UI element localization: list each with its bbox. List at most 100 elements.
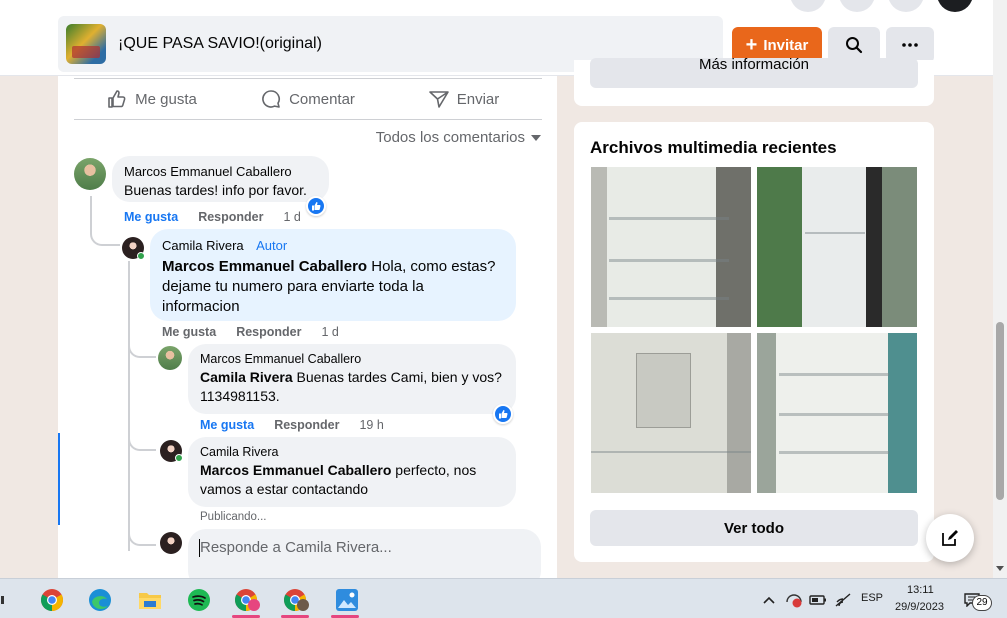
- comments-filter-dropdown[interactable]: Todos los comentarios: [376, 129, 541, 146]
- mention-link[interactable]: Marcos Emmanuel Caballero: [162, 258, 367, 275]
- like-link[interactable]: Me gusta: [162, 325, 216, 339]
- like-link[interactable]: Me gusta: [124, 210, 178, 224]
- caret-down-icon: [531, 134, 541, 141]
- like-reaction-badge[interactable]: [493, 404, 513, 424]
- comment-meta: Me gusta Responder 1 d: [124, 210, 301, 224]
- plus-icon: +: [745, 34, 758, 56]
- comment-time[interactable]: 1 d: [321, 325, 338, 339]
- comments-filter-label: Todos los comentarios: [375, 129, 525, 146]
- chrome-profile-2-icon[interactable]: [275, 582, 319, 618]
- new-message-button[interactable]: [926, 514, 974, 562]
- chrome-profile-1-icon[interactable]: [226, 582, 270, 618]
- see-all-label: Ver todo: [723, 519, 784, 537]
- post-card: Me gusta Comentar Enviar Todos los comen…: [58, 76, 557, 578]
- more-dots-icon: [902, 43, 918, 47]
- mention-link[interactable]: Marcos Emmanuel Caballero: [200, 462, 391, 478]
- profile-avatar[interactable]: [937, 0, 973, 12]
- about-card: Más información: [574, 58, 934, 106]
- reply-placeholder: Responde a Camila Rivera...: [200, 539, 392, 556]
- comment-text: Marcos Emmanuel Caballero Hola, como est…: [162, 257, 504, 317]
- thread-connector: [128, 516, 156, 546]
- edge-icon[interactable]: [80, 582, 120, 618]
- group-name: ¡QUE PASA SAVIO!(original): [118, 35, 322, 52]
- photos-app-icon[interactable]: [325, 582, 369, 618]
- group-cover-thumbnail: [66, 24, 106, 64]
- comment-action-label: Comentar: [289, 90, 355, 108]
- comment-meta: Me gusta Responder 1 d: [162, 325, 339, 339]
- focus-indicator-bar: [58, 433, 60, 525]
- compose-icon: [942, 530, 958, 546]
- comment-author[interactable]: Marcos Emmanuel Caballero: [124, 164, 317, 179]
- task-view-icon[interactable]: [0, 582, 12, 618]
- recent-media-title: Archivos multimedia recientes: [590, 138, 837, 157]
- comment-bubble-icon: [262, 90, 281, 108]
- top-navigation-strip: [0, 0, 993, 14]
- scrollbar-thumb[interactable]: [996, 322, 1004, 500]
- network-warning-icon[interactable]: [782, 582, 806, 618]
- menu-circle-button[interactable]: [790, 0, 826, 12]
- search-icon: [846, 37, 863, 54]
- reply-link[interactable]: Responder: [198, 210, 263, 224]
- online-indicator: [137, 252, 145, 260]
- my-avatar[interactable]: [160, 532, 182, 554]
- comment-time[interactable]: 1 d: [283, 210, 300, 224]
- comment-text: Marcos Emmanuel Caballero perfecto, nos …: [200, 461, 504, 499]
- page-scrollbar[interactable]: [993, 0, 1007, 578]
- divider: [74, 119, 542, 120]
- recent-media-card: Archivos multimedia recientes Ver todo: [574, 122, 934, 562]
- scroll-down-arrow-icon[interactable]: [996, 566, 1004, 571]
- thumbs-up-icon: [312, 202, 321, 211]
- like-action-label: Me gusta: [135, 90, 197, 108]
- more-info-label: Más información: [698, 58, 810, 73]
- comment-bubble: Marcos Emmanuel Caballero Buenas tardes!…: [112, 156, 329, 202]
- comment-author[interactable]: Marcos Emmanuel Caballero: [200, 352, 504, 366]
- invite-label: Invitar: [763, 36, 809, 54]
- wifi-icon[interactable]: [831, 582, 855, 618]
- comment-bubble: Marcos Emmanuel Caballero Camila Rivera …: [188, 344, 516, 414]
- like-reaction-badge[interactable]: [306, 196, 326, 216]
- avatar-marcos[interactable]: [158, 346, 182, 370]
- comment-text: Camila Rivera Buenas tardes Cami, bien y…: [200, 368, 504, 406]
- chrome-icon[interactable]: [32, 582, 72, 618]
- thread-connector: [90, 196, 120, 246]
- media-thumbnail[interactable]: [591, 333, 751, 493]
- online-indicator: [175, 454, 183, 462]
- clock-time[interactable]: 13:11: [907, 584, 934, 596]
- comment-action-button[interactable]: Comentar: [230, 82, 386, 116]
- media-thumbnail[interactable]: [591, 167, 751, 327]
- chevron-up-icon[interactable]: [758, 582, 780, 618]
- media-thumbnail[interactable]: [757, 333, 917, 493]
- comment-meta: Me gusta Responder 19 h: [200, 418, 384, 432]
- comment-bubble: Camila Rivera Marcos Emmanuel Caballero …: [188, 437, 516, 507]
- publishing-status: Publicando...: [200, 511, 267, 523]
- reply-link[interactable]: Responder: [236, 325, 301, 339]
- comment-bubble: Camila Rivera Autor Marcos Emmanuel Caba…: [150, 229, 516, 321]
- like-action-button[interactable]: Me gusta: [74, 82, 230, 116]
- divider: [74, 78, 542, 79]
- thread-connector: [128, 326, 156, 358]
- battery-icon[interactable]: [806, 582, 830, 618]
- more-info-button[interactable]: Más información: [590, 58, 918, 88]
- comment-status: Publicando...: [200, 511, 267, 523]
- spotify-icon[interactable]: [179, 582, 219, 618]
- file-explorer-icon[interactable]: [130, 582, 170, 618]
- notifications-circle-button[interactable]: [888, 0, 924, 12]
- notification-count-badge: 29: [972, 595, 992, 611]
- comment-author[interactable]: Camila Rivera: [162, 238, 244, 253]
- comment-author[interactable]: Camila Rivera: [200, 445, 504, 459]
- avatar-marcos[interactable]: [74, 158, 106, 190]
- reply-link[interactable]: Responder: [274, 418, 339, 432]
- clock-date[interactable]: 29/9/2023: [895, 601, 944, 613]
- mention-link[interactable]: Camila Rivera: [200, 369, 293, 385]
- like-link[interactable]: Me gusta: [200, 418, 254, 432]
- see-all-button[interactable]: Ver todo: [590, 510, 918, 546]
- comment-time[interactable]: 19 h: [359, 418, 383, 432]
- send-icon: [428, 91, 449, 108]
- media-thumbnail[interactable]: [757, 167, 917, 327]
- send-action-button[interactable]: Enviar: [386, 82, 542, 116]
- messenger-circle-button[interactable]: [839, 0, 875, 12]
- keyboard-language[interactable]: ESP: [861, 592, 883, 604]
- windows-taskbar: ESP 13:11 29/9/2023 29: [0, 578, 1007, 618]
- reply-input[interactable]: Responde a Camila Rivera...: [188, 529, 541, 578]
- thread-connector: [128, 406, 156, 451]
